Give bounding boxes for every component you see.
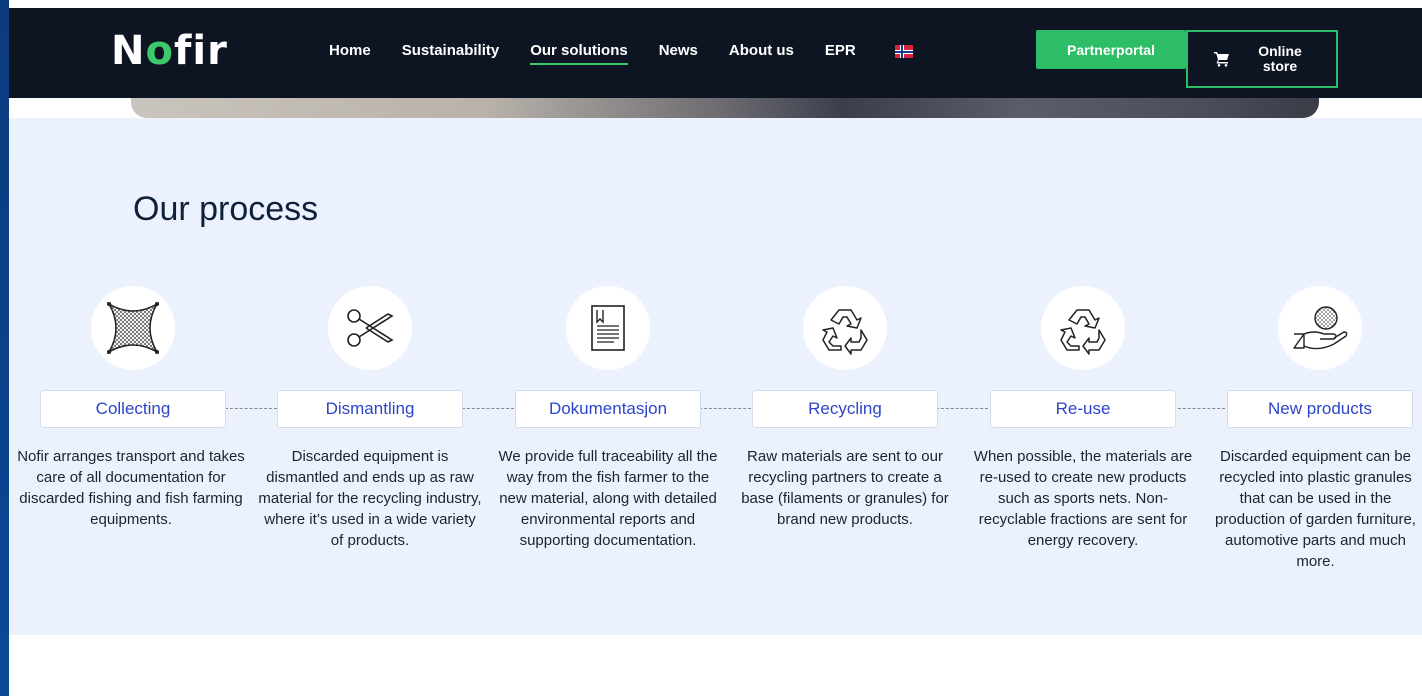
step-connector: [936, 408, 988, 409]
logo-text-n: N: [111, 28, 146, 74]
nav-item-our-solutions[interactable]: Our solutions: [530, 42, 628, 65]
step-description: Discarded equipment is dismantled and en…: [258, 448, 482, 549]
step-connector: [1173, 408, 1225, 409]
net-icon: [106, 301, 160, 355]
logo-text-o: o: [145, 28, 174, 74]
scissors-icon: [347, 309, 394, 347]
step-connector: [225, 408, 277, 409]
icon-circle: [1041, 286, 1125, 370]
icon-circle: [1278, 286, 1362, 370]
nav-item-epr[interactable]: EPR: [825, 42, 856, 65]
step-title-box[interactable]: Dismantling: [277, 390, 463, 428]
step-connector: [462, 408, 514, 409]
online-store-button[interactable]: Online store: [1186, 30, 1338, 88]
icon-circle: [328, 286, 412, 370]
top-navigation: Nofir Home Sustainability Our solutions …: [9, 8, 1422, 98]
step-description: Discarded equipment can be recycled into…: [1215, 448, 1416, 570]
step-title-box[interactable]: Re-use: [990, 390, 1176, 428]
icon-circle: [803, 286, 887, 370]
page: Nofir Home Sustainability Our solutions …: [9, 0, 1422, 696]
hand-ball-icon: [1293, 306, 1348, 350]
step-title-box[interactable]: Collecting: [40, 390, 226, 428]
process-section: Our process Collecting Nofir arranges tr…: [9, 118, 1422, 635]
step-description: Raw materials are sent to our recycling …: [741, 448, 949, 528]
document-icon: [591, 305, 625, 351]
online-store-label: Online store: [1258, 43, 1302, 74]
recycle-icon: [822, 309, 868, 355]
step-description: Nofir arranges transport and takes care …: [17, 448, 245, 528]
recycle-icon: [1060, 309, 1106, 355]
step-title-box[interactable]: Recycling: [752, 390, 938, 428]
logo-text-fir: fir: [173, 28, 228, 74]
cart-icon: [1214, 52, 1229, 67]
step-description: When possible, the materials are re-used…: [973, 448, 1193, 549]
icon-circle: [566, 286, 650, 370]
nav-item-news[interactable]: News: [659, 42, 698, 65]
section-title: Our process: [133, 190, 319, 228]
step-description: We provide full traceability all the way…: [498, 448, 718, 549]
step-title-box[interactable]: New products: [1227, 390, 1413, 428]
step-connector: [699, 408, 751, 409]
nav-item-about-us[interactable]: About us: [729, 42, 794, 65]
step-title-box[interactable]: Dokumentasjon: [515, 390, 701, 428]
partnerportal-button[interactable]: Partnerportal: [1036, 30, 1186, 69]
main-menu: Home Sustainability Our solutions News A…: [329, 42, 887, 65]
hero-image: [131, 98, 1319, 118]
nav-item-home[interactable]: Home: [329, 42, 371, 65]
nav-item-sustainability[interactable]: Sustainability: [402, 42, 500, 65]
norwegian-flag-icon[interactable]: [895, 45, 913, 58]
icon-circle: [91, 286, 175, 370]
nofir-logo[interactable]: Nofir: [111, 28, 228, 74]
